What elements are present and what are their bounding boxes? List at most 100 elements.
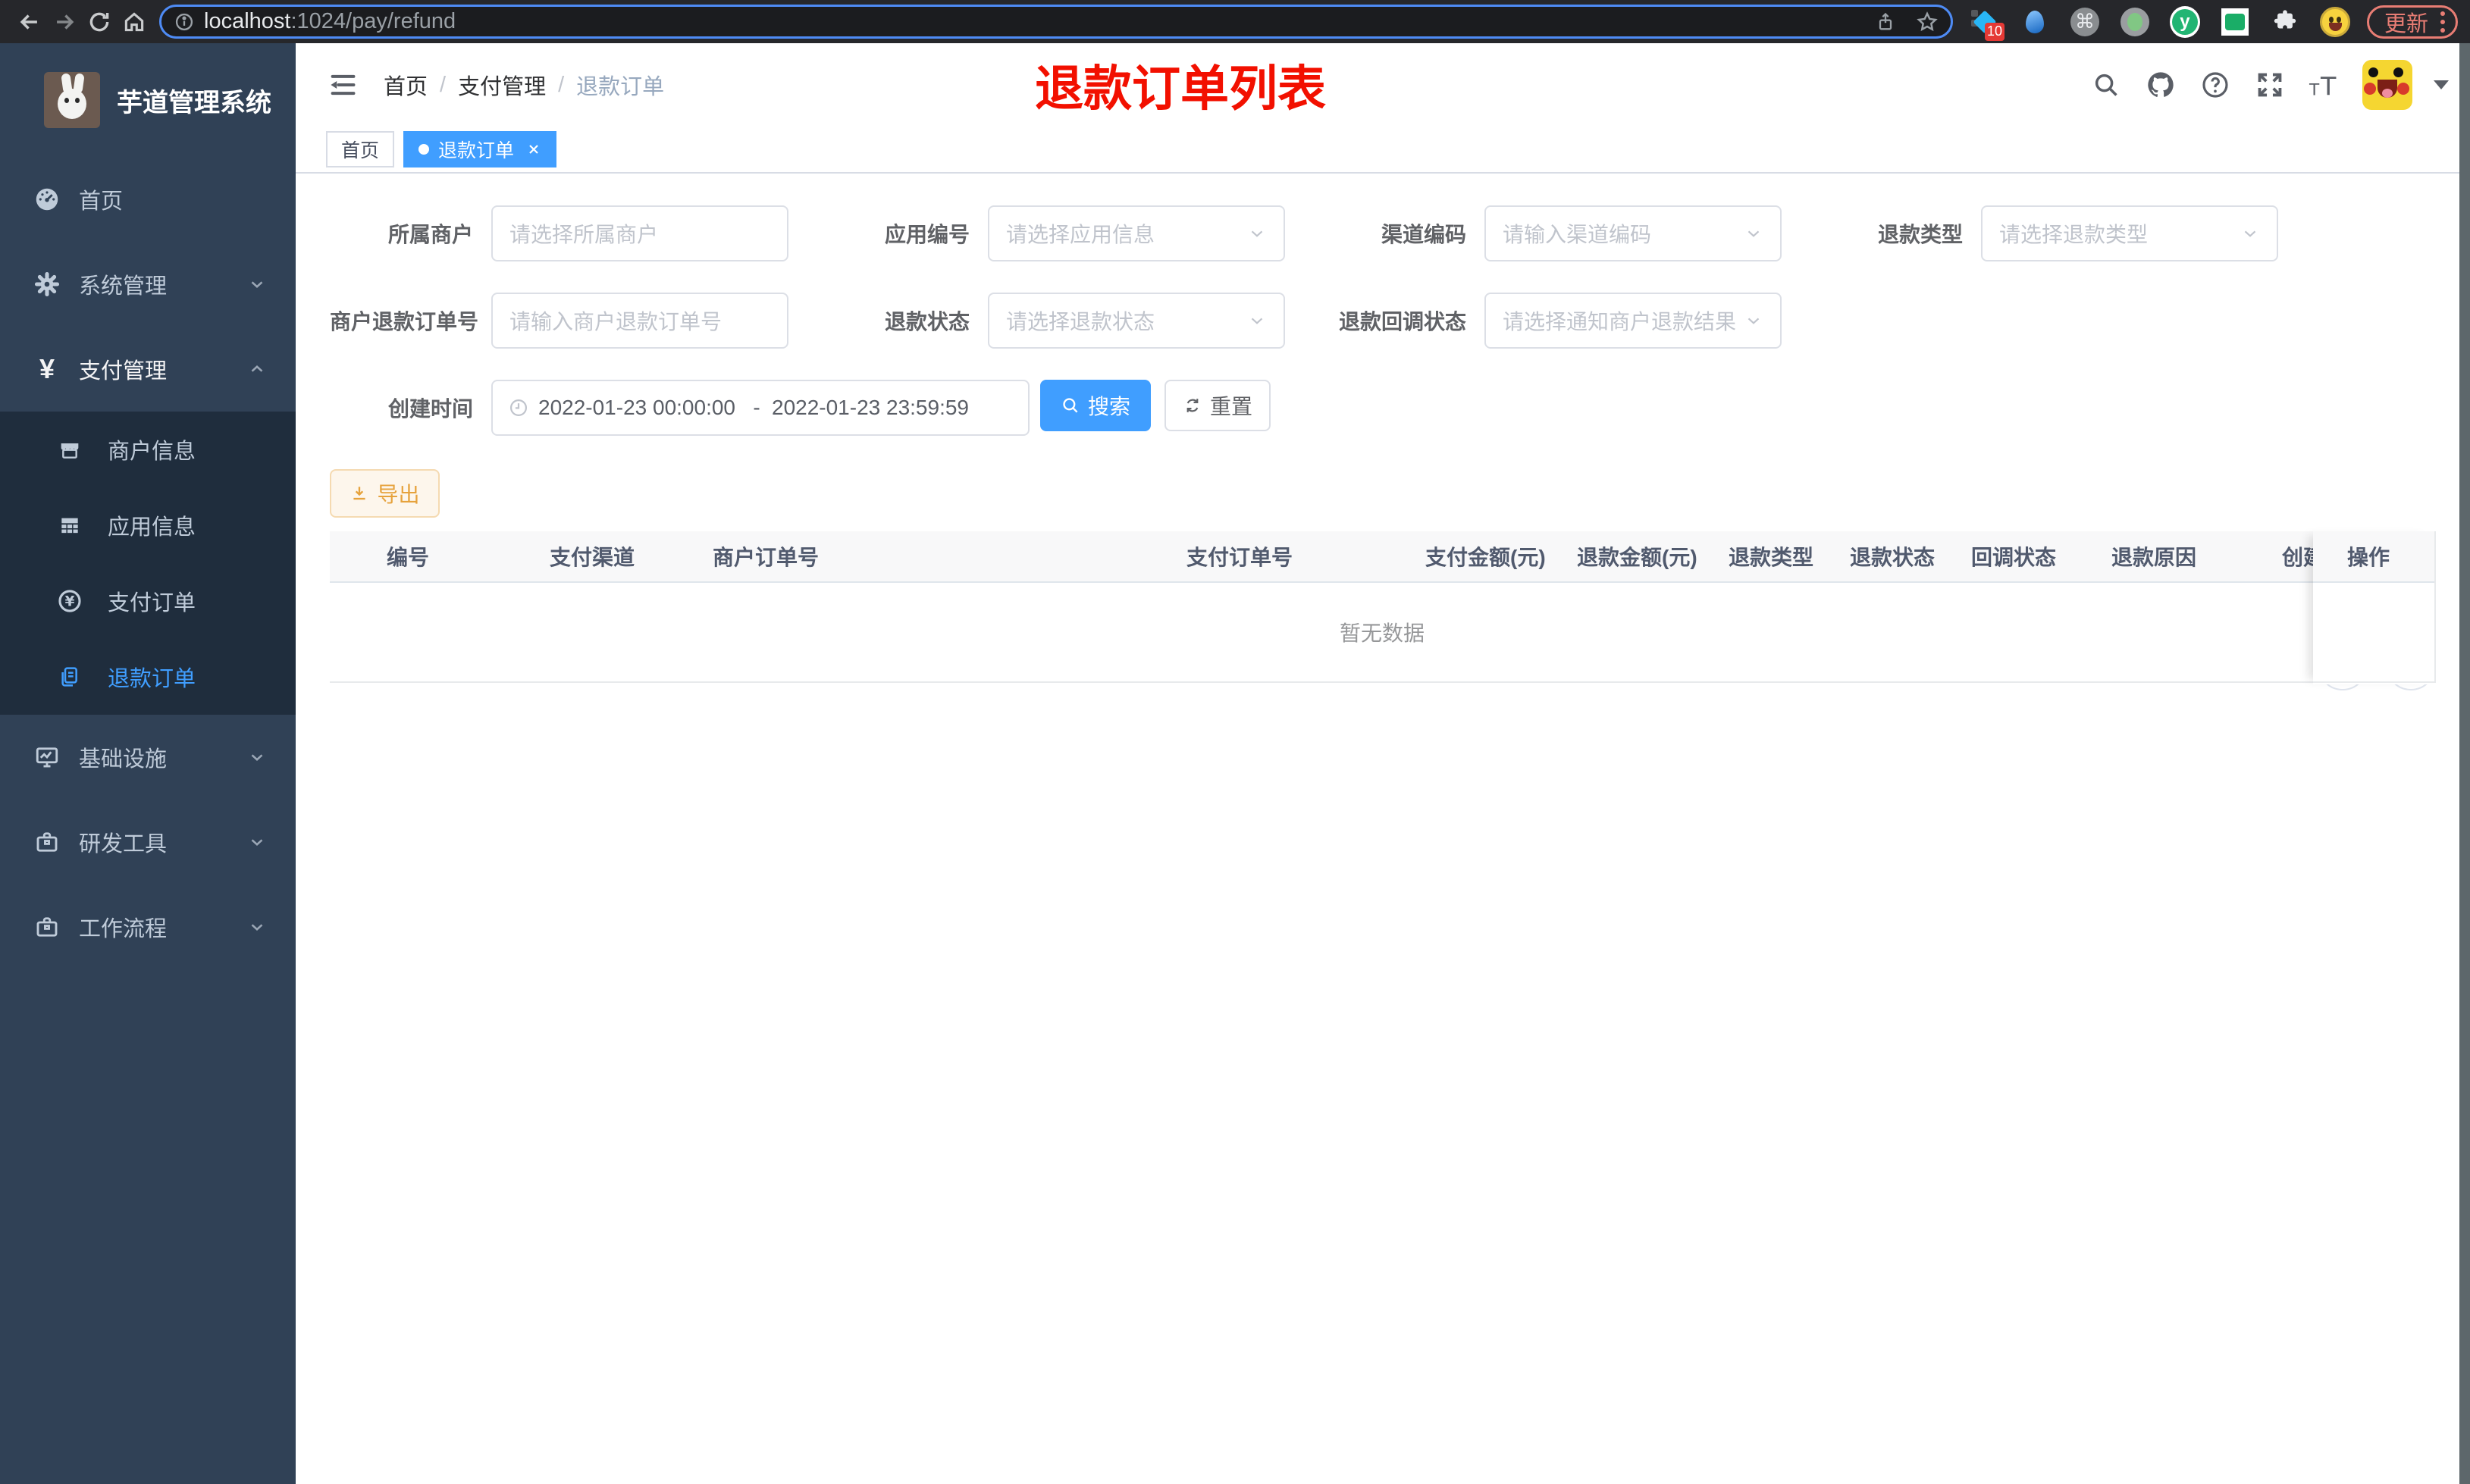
tab-home[interactable]: 首页 — [326, 131, 395, 167]
reset-button[interactable]: 重置 — [1164, 380, 1271, 431]
sidebar-item-refund-order[interactable]: 退款订单 — [0, 639, 296, 715]
app-select[interactable]: 请选择应用信息 — [988, 205, 1285, 261]
browser-update-button[interactable]: 更新 — [2366, 5, 2458, 39]
sidebar-item-infra[interactable]: 基础设施 — [0, 715, 296, 800]
chevron-down-icon — [1247, 311, 1267, 330]
column-header: 支付金额(元) — [1425, 546, 1546, 569]
tabs-bar: 首页 退款订单 — [296, 127, 2470, 174]
reload-icon[interactable] — [82, 5, 117, 39]
sidebar-item-home[interactable]: 首页 — [0, 157, 296, 242]
column-header: 退款状态 — [1850, 546, 1936, 569]
sidebar-item-system[interactable]: 系统管理 — [0, 242, 296, 327]
chevron-up-icon — [247, 359, 267, 379]
extension-balloon-icon[interactable] — [2020, 7, 2050, 37]
avatar-caret-icon[interactable] — [2434, 80, 2449, 97]
column-header: 支付渠道 — [550, 546, 635, 569]
browser-menu-icon[interactable] — [2437, 8, 2448, 36]
document-icon — [55, 665, 85, 689]
reset-button-label: 重置 — [1209, 395, 1252, 418]
url-bar[interactable]: localhost:1024/pay/refund — [159, 5, 1953, 39]
merchant-refund-no-input[interactable]: 请输入商户退款订单号 — [491, 293, 788, 349]
field-merchant-refund-no: 商户退款订单号 请输入商户退款订单号 — [330, 293, 826, 349]
extension-recorder-icon[interactable] — [2120, 7, 2150, 37]
extension-command-icon[interactable]: ⌘ — [2070, 7, 2100, 37]
sidebar-item-app-info[interactable]: 应用信息 — [0, 487, 296, 563]
field-label: 创建时间 — [387, 397, 473, 421]
sidebar-item-label: 退款订单 — [108, 667, 196, 691]
refund-status-select[interactable]: 请选择退款状态 — [988, 293, 1285, 349]
sidebar-item-devtools[interactable]: 研发工具 — [0, 800, 296, 884]
logo-rabbit-image — [44, 72, 100, 128]
field-label: 退款类型 — [1877, 223, 1963, 246]
field-merchant: 所属商户 请选择所属商户 — [330, 205, 826, 261]
field-label: 商户退款订单号 — [330, 310, 479, 333]
export-button-label: 导出 — [377, 483, 420, 506]
sidebar-item-pay-order[interactable]: ¥ 支付订单 — [0, 563, 296, 639]
close-icon[interactable] — [526, 142, 541, 157]
update-label: 更新 — [2384, 11, 2428, 36]
page-scrollbar[interactable] — [2459, 43, 2470, 1484]
grid-icon — [55, 513, 85, 537]
field-label: 渠道编码 — [1381, 223, 1466, 246]
placeholder: 请选择所属商户 — [509, 223, 659, 246]
avatar[interactable] — [2362, 60, 2412, 110]
gear-icon — [32, 271, 62, 298]
search-button[interactable]: 搜索 — [1040, 380, 1151, 431]
placeholder: 请选择通知商户退款结果 — [1503, 310, 1737, 333]
sidebar-item-merchant-info[interactable]: 商户信息 — [0, 412, 296, 487]
chevron-down-icon — [247, 747, 267, 767]
home-icon[interactable] — [117, 5, 152, 39]
font-size-icon[interactable]: TT — [2308, 68, 2341, 102]
help-icon[interactable] — [2199, 68, 2232, 102]
yen-icon: ¥ — [39, 353, 55, 384]
yen-circle-icon: ¥ — [55, 588, 85, 614]
toolbox-icon — [32, 913, 62, 941]
forward-icon[interactable] — [47, 5, 82, 39]
filter-row-1: 所属商户 请选择所属商户 应用编号 请选择应用信息 渠道编码 请输入渠道编码 退… — [330, 205, 2436, 261]
breadcrumb-home[interactable]: 首页 — [384, 69, 428, 101]
sidebar-collapse-icon[interactable] — [328, 72, 358, 98]
refund-type-select[interactable]: 请选择退款类型 — [1981, 205, 2278, 261]
share-icon[interactable] — [1875, 11, 1896, 33]
breadcrumb: 首页 / 支付管理 / 退款订单 — [384, 69, 664, 101]
sidebar-menu: 首页 系统管理 ¥ 支付管理 商户信息 应用信息 ¥ 支付订单 退款订单 基础设… — [0, 157, 296, 969]
fullscreen-icon[interactable] — [2253, 68, 2287, 102]
page-title: 退款订单列表 — [1035, 61, 1326, 116]
svg-text:¥: ¥ — [65, 594, 75, 610]
filter-row-3: 创建时间 2022-01-23 00:00:00 - 2022-01-23 23… — [330, 380, 2436, 436]
sidebar-item-label: 应用信息 — [108, 515, 196, 540]
sidebar-logo[interactable]: 芋道管理系统 — [0, 43, 296, 157]
toolbox-icon — [32, 828, 62, 856]
screen: localhost:1024/pay/refund 10 ⌘ y 更新 芋道管… — [0, 0, 2470, 1484]
field-create-time: 创建时间 2022-01-23 00:00:00 - 2022-01-23 23… — [330, 380, 1030, 436]
browser-chrome: localhost:1024/pay/refund 10 ⌘ y 更新 — [0, 0, 2470, 43]
channel-select[interactable]: 请输入渠道编码 — [1484, 205, 1782, 261]
extensions-puzzle-icon[interactable] — [2270, 7, 2300, 37]
field-callback-status: 退款回调状态 请选择通知商户退款结果 — [1323, 293, 1820, 349]
github-icon[interactable] — [2144, 68, 2177, 102]
create-time-range-picker[interactable]: 2022-01-23 00:00:00 - 2022-01-23 23:59:5… — [491, 380, 1030, 436]
sidebar-item-label: 商户信息 — [108, 440, 196, 464]
sidebar-item-payment[interactable]: ¥ 支付管理 — [0, 327, 296, 412]
sidebar-item-label: 工作流程 — [79, 917, 168, 941]
extension-emoji-icon[interactable] — [2319, 6, 2350, 37]
column-header: 商户订单号 — [713, 546, 820, 569]
placeholder: 请选择退款状态 — [1006, 310, 1155, 333]
field-label: 所属商户 — [387, 223, 473, 246]
breadcrumb-payment[interactable]: 支付管理 — [458, 69, 546, 101]
payment-submenu: 商户信息 应用信息 ¥ 支付订单 退款订单 — [0, 412, 296, 715]
export-button[interactable]: 导出 — [330, 469, 440, 518]
bookmark-star-icon[interactable] — [1916, 11, 1939, 33]
column-header: 退款原因 — [2111, 546, 2197, 569]
extension-chat-icon[interactable] — [2220, 7, 2250, 37]
extension-y-icon[interactable]: y — [2169, 5, 2200, 38]
merchant-select[interactable]: 请选择所属商户 — [491, 205, 788, 261]
tab-refund-order[interactable]: 退款订单 — [403, 131, 557, 167]
back-icon[interactable] — [12, 5, 47, 39]
sidebar-item-workflow[interactable]: 工作流程 — [0, 884, 296, 969]
site-info-icon[interactable] — [174, 11, 195, 33]
search-icon[interactable] — [2089, 68, 2123, 102]
column-header: 操作 — [2313, 531, 2434, 583]
callback-status-select[interactable]: 请选择通知商户退款结果 — [1484, 293, 1782, 349]
extension-diamond-icon[interactable]: 10 — [1970, 7, 2005, 41]
